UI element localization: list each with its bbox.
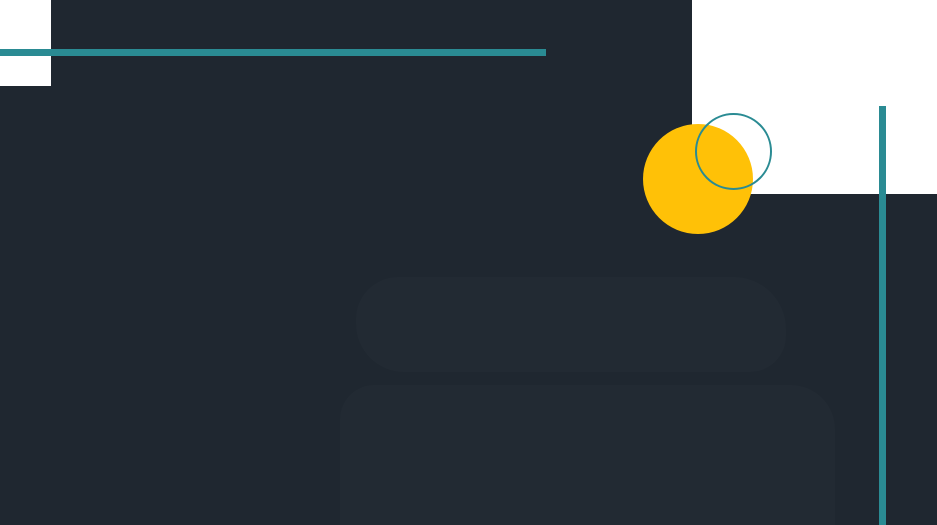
teal-bar-vertical [879,106,886,525]
white-corner-top-left [0,0,51,86]
teal-bar-horizontal [0,49,546,56]
ghost-shape-lower [340,385,835,525]
teal-ring [695,113,772,190]
ghost-shape-upper [356,277,786,372]
background [0,0,937,525]
